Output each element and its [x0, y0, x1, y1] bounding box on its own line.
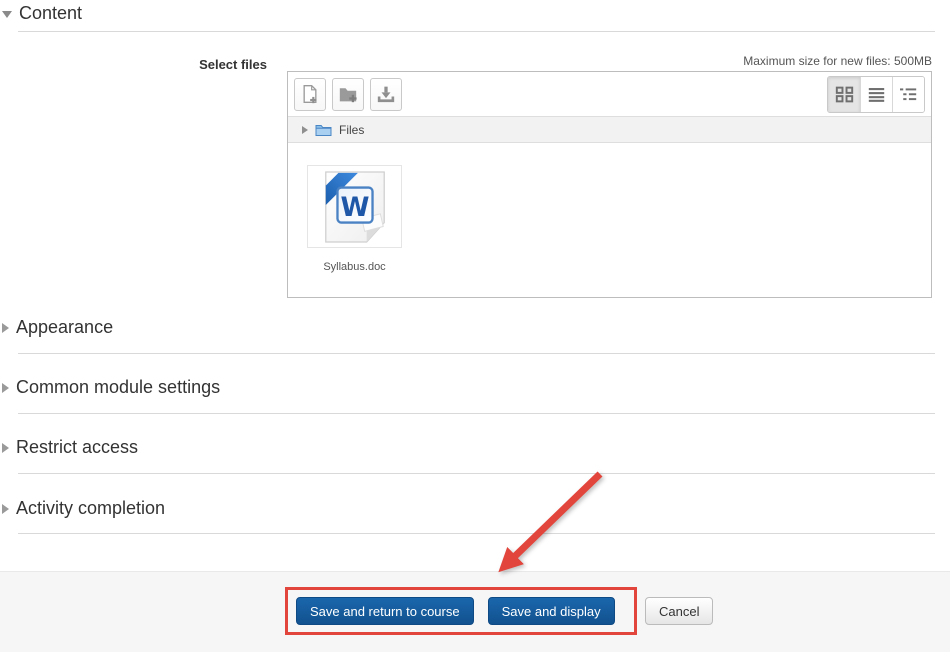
expand-arrow-icon [302, 126, 308, 134]
add-file-icon [300, 84, 320, 104]
add-file-button[interactable] [294, 78, 326, 111]
file-manager: Files [287, 71, 932, 298]
section-header-restrict-access[interactable]: Restrict access [2, 437, 138, 458]
annotation-highlight-box: Save and return to course Save and displ… [285, 587, 637, 635]
icons-view-button[interactable] [828, 77, 860, 112]
collapse-indicator-icon [2, 11, 12, 18]
list-view-button[interactable] [860, 77, 892, 112]
activity-settings-form: Content Select files Maximum size for ne… [0, 0, 950, 652]
download-button[interactable] [370, 78, 402, 111]
file-list-area: W Syllabus.doc [288, 143, 931, 296]
section-header-common-module-settings[interactable]: Common module settings [2, 377, 220, 398]
section-header-appearance[interactable]: Appearance [2, 317, 113, 338]
section-divider [18, 353, 935, 354]
section-title: Content [19, 3, 82, 24]
create-folder-icon [338, 85, 358, 103]
section-title: Common module settings [16, 377, 220, 398]
icons-view-icon [835, 86, 854, 103]
section-divider [18, 533, 935, 534]
word-document-icon: W [322, 170, 388, 244]
svg-text:W: W [340, 192, 369, 222]
folder-icon [315, 123, 332, 136]
section-header-activity-completion[interactable]: Activity completion [2, 498, 165, 519]
download-icon [376, 85, 396, 103]
section-title: Restrict access [16, 437, 138, 458]
section-title: Activity completion [16, 498, 165, 519]
save-and-return-button[interactable]: Save and return to course [296, 597, 474, 625]
tree-view-button[interactable] [892, 77, 924, 112]
create-folder-button[interactable] [332, 78, 364, 111]
expand-indicator-icon [2, 504, 9, 514]
expand-indicator-icon [2, 383, 9, 393]
tree-view-icon [899, 86, 918, 103]
save-and-display-button[interactable]: Save and display [488, 597, 615, 625]
section-divider [18, 473, 935, 474]
section-divider [18, 413, 935, 414]
section-header-content[interactable]: Content [2, 3, 82, 24]
cancel-button[interactable]: Cancel [645, 597, 713, 625]
file-thumbnail: W [307, 165, 402, 248]
list-view-icon [867, 86, 886, 103]
file-manager-toolbar [288, 72, 931, 116]
folder-tree-row[interactable]: Files [288, 116, 931, 143]
file-name-label: Syllabus.doc [307, 261, 402, 273]
form-action-bar: Save and return to course Save and displ… [0, 571, 950, 652]
section-divider [18, 31, 935, 32]
file-toolbar-buttons [294, 78, 402, 111]
file-item-syllabus[interactable]: W Syllabus.doc [307, 165, 402, 273]
expand-indicator-icon [2, 323, 9, 333]
max-size-note: Maximum size for new files: 500MB [743, 54, 932, 68]
select-files-label: Select files [0, 57, 267, 72]
expand-indicator-icon [2, 443, 9, 453]
annotation-arrow-icon [478, 464, 618, 582]
section-title: Appearance [16, 317, 113, 338]
view-mode-switcher [827, 76, 925, 113]
folder-tree-label: Files [339, 123, 364, 137]
